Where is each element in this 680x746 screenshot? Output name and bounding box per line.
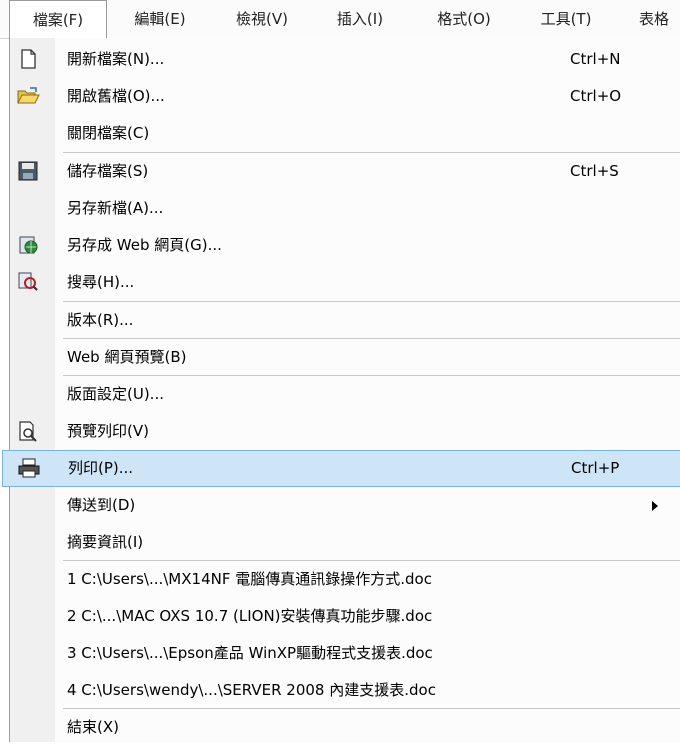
menu-item-label: 摘要資訊(I) [67, 533, 144, 551]
menu-item-send-to[interactable]: 傳送到(D) [10, 487, 680, 524]
menu-item-new[interactable]: 開新檔案(N)... Ctrl+N [10, 41, 680, 78]
menu-item-open[interactable]: 開啟舊檔(O)... Ctrl+O [10, 78, 680, 115]
menu-item-close[interactable]: 關閉檔案(C) [10, 115, 680, 152]
search-document-icon [18, 272, 38, 291]
menu-table[interactable]: 表格 [624, 0, 680, 38]
menu-item-label: 結束(X) [67, 718, 119, 736]
new-document-icon [21, 49, 36, 69]
menu-item-label: 關閉檔案(C) [67, 124, 150, 142]
menu-item-exit[interactable]: 結束(X) [10, 709, 680, 746]
shortcut-label: Ctrl+S [570, 162, 619, 180]
menu-item-label: 另存新檔(A)... [67, 199, 164, 217]
menu-item-print-preview[interactable]: 預覽列印(V) [10, 413, 680, 450]
menu-item-recent-file-1[interactable]: 1 C:\Users\...\MX14NF 電腦傳真通訊錄操作方式.doc [10, 561, 680, 598]
shortcut-label: Ctrl+P [571, 459, 620, 477]
menu-edit[interactable]: 編輯(E) [120, 0, 200, 38]
menu-item-label: 3 C:\Users\...\Epson產品 WinXP驅動程式支援表.doc [67, 644, 433, 662]
menu-item-label: 版本(R)... [67, 311, 134, 329]
open-folder-icon [17, 87, 40, 104]
web-page-icon [19, 236, 38, 254]
menu-item-label: 開啟舊檔(O)... [67, 87, 165, 105]
menu-item-properties[interactable]: 摘要資訊(I) [10, 524, 680, 561]
menu-item-page-setup[interactable]: 版面設定(U)... [10, 376, 680, 413]
menu-item-label: Web 網頁預覽(B) [67, 348, 187, 366]
print-preview-icon [19, 421, 37, 442]
menu-file[interactable]: 檔案(F) [9, 0, 107, 38]
menu-item-print[interactable]: 列印(P)... Ctrl+P [2, 450, 680, 487]
menu-item-label: 4 C:\Users\wendy\...\SERVER 2008 內建支援表.d… [67, 681, 436, 699]
menu-item-save-as-web[interactable]: 另存成 Web 網頁(G)... [10, 227, 680, 264]
menu-item-search[interactable]: 搜尋(H)... [10, 264, 680, 301]
menu-item-recent-file-4[interactable]: 4 C:\Users\wendy\...\SERVER 2008 內建支援表.d… [10, 672, 680, 709]
menu-item-label: 傳送到(D) [67, 496, 136, 514]
menu-item-save[interactable]: 儲存檔案(S) Ctrl+S [10, 153, 680, 190]
menu-item-recent-file-3[interactable]: 3 C:\Users\...\Epson產品 WinXP驅動程式支援表.doc [10, 635, 680, 672]
menu-item-label: 儲存檔案(S) [67, 162, 149, 180]
menu-item-label: 另存成 Web 網頁(G)... [67, 236, 222, 254]
menu-item-versions[interactable]: 版本(R)... [10, 302, 680, 339]
shortcut-label: Ctrl+O [570, 87, 622, 105]
menu-item-label: 列印(P)... [68, 459, 134, 477]
menu-view[interactable]: 檢視(V) [222, 0, 302, 38]
menu-tools[interactable]: 工具(T) [528, 0, 604, 38]
menu-format[interactable]: 格式(O) [420, 0, 508, 38]
menu-item-label: 開新檔案(N)... [67, 50, 165, 68]
floppy-disk-icon [18, 161, 38, 181]
menu-item-label: 搜尋(H)... [67, 273, 135, 291]
menu-insert[interactable]: 插入(I) [322, 0, 398, 38]
menu-bar: 檔案(F) 編輯(E) 檢視(V) 插入(I) 格式(O) 工具(T) 表格 [0, 0, 680, 39]
menu-item-web-preview[interactable]: Web 網頁預覽(B) [10, 339, 680, 376]
file-menu-dropdown: 開新檔案(N)... Ctrl+N 開啟舊檔(O)... Ctrl+O 關閉檔案… [2, 38, 680, 742]
submenu-arrow-icon [652, 501, 658, 511]
menu-item-save-as[interactable]: 另存新檔(A)... [10, 190, 680, 227]
menu-item-label: 2 C:\...\MAC OXS 10.7 (LION)安裝傳真功能步驟.doc [67, 607, 433, 625]
printer-icon [18, 458, 40, 478]
shortcut-label: Ctrl+N [570, 50, 621, 68]
menu-item-recent-file-2[interactable]: 2 C:\...\MAC OXS 10.7 (LION)安裝傳真功能步驟.doc [10, 598, 680, 635]
menu-item-label: 預覽列印(V) [67, 422, 149, 440]
menu-item-label: 版面設定(U)... [67, 385, 164, 403]
menu-item-label: 1 C:\Users\...\MX14NF 電腦傳真通訊錄操作方式.doc [67, 570, 432, 588]
